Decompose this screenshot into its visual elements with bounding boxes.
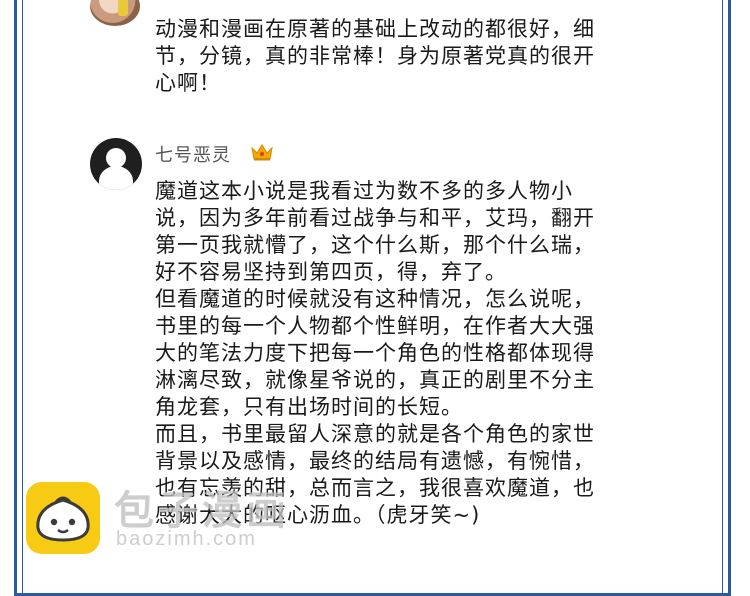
avatar-head-shape: [106, 148, 126, 168]
watermark-url: baozimh.com: [116, 528, 257, 550]
username[interactable]: 七号恶灵: [155, 141, 231, 167]
comment-text: 魔道这本小说是我看过为数不多的多人物小 说，因为多年前看过战争与和平，艾玛，翻开…: [155, 179, 595, 527]
avatar-body-shape: [99, 166, 133, 190]
watermark: 包子漫画 baozimh.com: [26, 478, 326, 568]
avatar[interactable]: [90, 138, 142, 190]
crown-icon: [251, 144, 273, 161]
logo-icon: [26, 482, 100, 554]
comment-text: 动漫和漫画在原著的基础上改动的都很好，细 节，分镜，真的非常棒！身为原著党真的很…: [155, 17, 595, 95]
